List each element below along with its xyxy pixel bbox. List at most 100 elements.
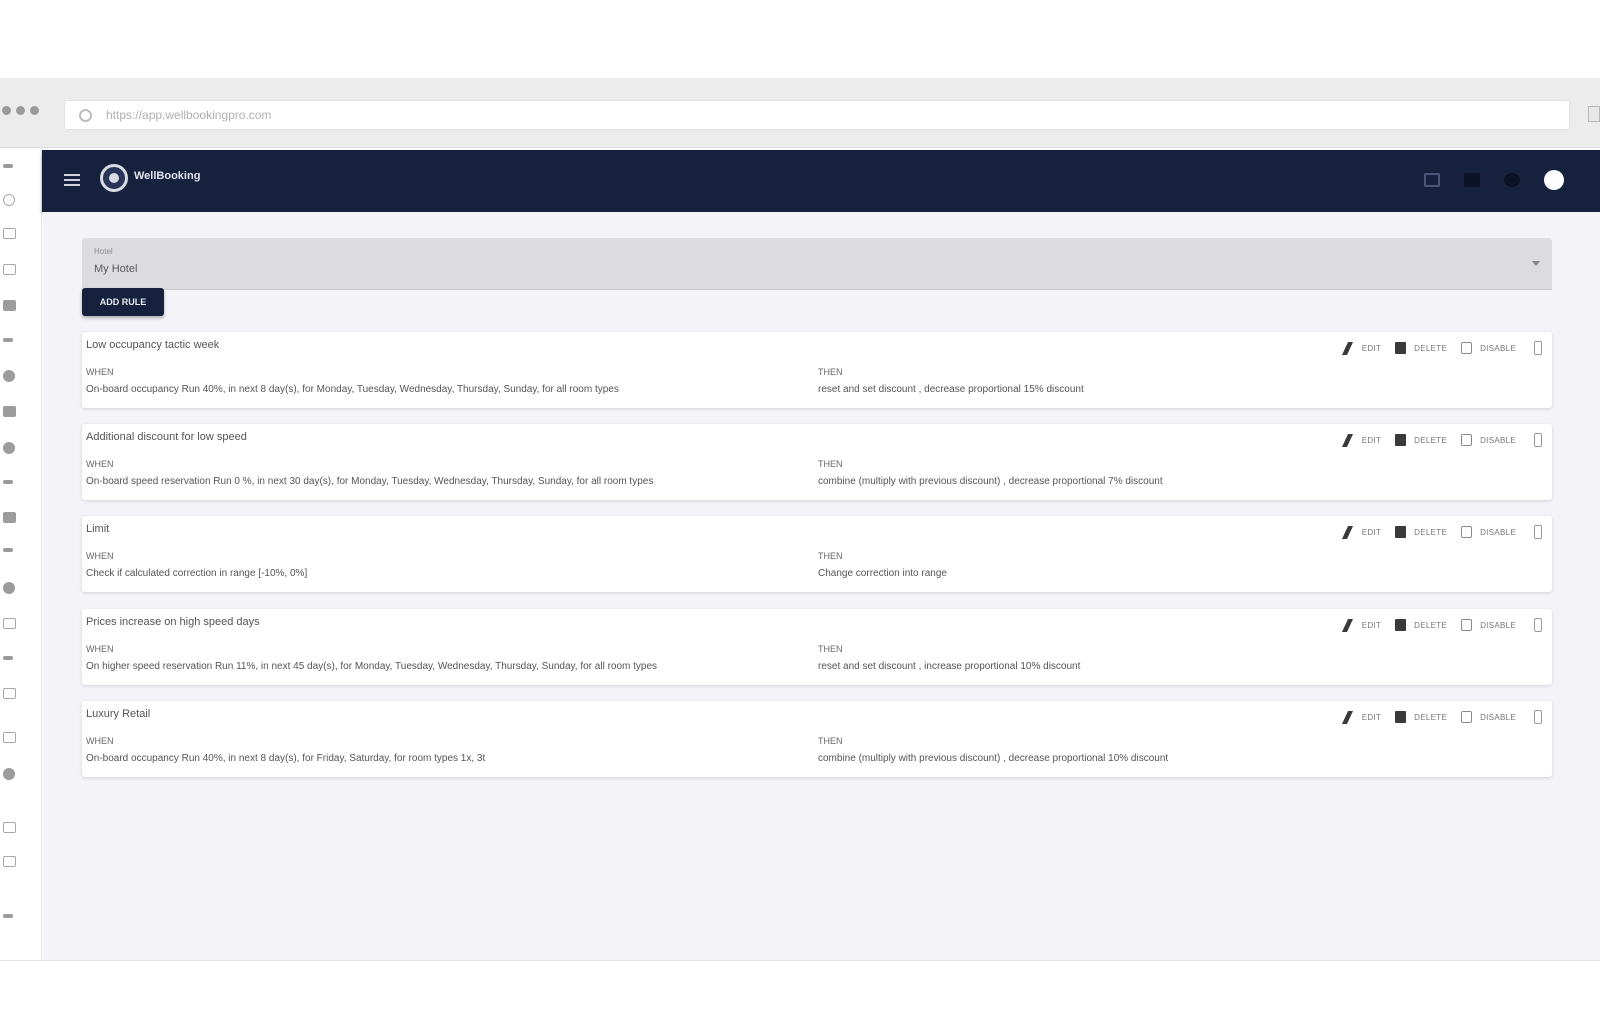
disable-button[interactable]: DISABLE [1461,711,1516,723]
disable-label: DISABLE [1480,712,1516,722]
checkbox-icon [1461,711,1473,723]
edit-label: EDIT [1361,527,1382,537]
when-text: Check if calculated correction in range … [86,568,308,579]
trash-icon [1395,342,1407,354]
then-text: Change correction into range [818,568,947,579]
pin-icon[interactable] [3,512,16,523]
gear-icon[interactable] [1544,170,1564,190]
edit-label: EDIT [1361,343,1382,353]
download-icon[interactable] [3,480,13,484]
delete-button[interactable]: DELETE [1395,711,1447,723]
delete-label: DELETE [1414,435,1448,445]
filter-icon[interactable] [3,732,16,743]
then-label: THEN [818,736,843,746]
drag-handle-icon[interactable] [1534,618,1542,632]
hotel-select-value[interactable]: My Hotel [94,263,137,275]
settings-icon[interactable] [3,442,15,454]
edit-button[interactable]: EDIT [1341,710,1382,724]
arrow-icon[interactable] [3,164,13,168]
edit-label: EDIT [1361,712,1382,722]
calendar-icon[interactable] [3,228,16,239]
rule-card: Prices increase on high speed days WHEN … [82,609,1552,685]
copy-icon[interactable] [3,856,16,867]
when-label: WHEN [86,459,114,469]
delete-button[interactable]: DELETE [1395,434,1447,446]
rule-actions: EDIT DELETE DISABLE [1331,433,1542,447]
checkbox-icon [1461,526,1473,538]
disable-label: DISABLE [1480,435,1516,445]
box-icon[interactable] [3,688,16,699]
star-icon[interactable] [3,768,15,780]
address-bar[interactable]: https://app.wellbookingpro.com [64,100,1570,130]
drag-handle-icon[interactable] [1534,433,1542,447]
when-label: WHEN [86,736,114,746]
trash-icon [1395,526,1407,538]
extensions-icon[interactable] [1588,106,1600,122]
chat-icon[interactable] [1464,173,1480,187]
disable-button[interactable]: DISABLE [1461,342,1516,354]
then-text: reset and set discount , decrease propor… [818,384,1084,395]
clock-icon[interactable] [3,194,15,206]
add-rule-button[interactable]: ADD RULE [82,288,164,316]
menu-icon[interactable] [64,174,80,186]
then-text: combine (multiply with previous discount… [818,476,1163,487]
trash-icon [1395,619,1407,631]
pencil-icon[interactable] [3,338,13,342]
drag-handle-icon[interactable] [1534,525,1542,539]
window-maximize-dot[interactable] [30,106,39,115]
disable-label: DISABLE [1480,343,1516,353]
when-label: WHEN [86,367,114,377]
delete-button[interactable]: DELETE [1395,526,1447,538]
info-icon[interactable] [3,548,13,552]
hotel-select-label: Hotel [94,247,113,256]
user-icon[interactable] [1504,173,1520,187]
when-label: WHEN [86,644,114,654]
rule-card: Luxury Retail WHEN On-board occupancy Ru… [82,701,1552,777]
window-close-dot[interactable] [2,106,11,115]
link-icon[interactable] [3,656,13,660]
globe-icon[interactable] [3,370,15,382]
checkbox-icon [1461,619,1473,631]
drag-handle-icon[interactable] [1534,710,1542,724]
left-sidebar [0,148,42,960]
edit-button[interactable]: EDIT [1341,618,1381,632]
reload-icon[interactable] [79,108,92,122]
app-header: WellBooking [42,150,1600,212]
rule-card: Low occupancy tactic week WHEN On-board … [82,332,1552,408]
edit-label: EDIT [1361,435,1382,445]
delete-button[interactable]: DELETE [1395,619,1447,631]
delete-label: DELETE [1414,527,1448,537]
tag-icon[interactable] [3,300,16,311]
pencil-icon [1341,525,1353,539]
edit-button[interactable]: EDIT [1341,525,1382,539]
brand-name: WellBooking [134,170,201,182]
rule-title: Prices increase on high speed days [86,616,260,628]
card-icon[interactable] [3,406,16,417]
bottom-blank-area [0,960,1600,1032]
disable-button[interactable]: DISABLE [1461,619,1516,631]
url-text[interactable]: https://app.wellbookingpro.com [106,108,271,122]
rule-title: Limit [86,523,110,535]
disable-button[interactable]: DISABLE [1461,434,1516,446]
disable-label: DISABLE [1480,620,1516,630]
hotel-select[interactable]: Hotel My Hotel [82,238,1552,290]
delete-label: DELETE [1414,343,1448,353]
pencil-icon [1341,341,1353,355]
edit-icon[interactable] [3,618,16,629]
when-text: On-board occupancy Run 40%, in next 8 da… [86,384,619,395]
disable-button[interactable]: DISABLE [1461,526,1516,538]
when-text: On higher speed reservation Run 11%, in … [86,661,658,672]
chevron-down-icon[interactable] [1532,261,1540,266]
lock-icon[interactable] [3,264,16,275]
person-icon[interactable] [3,582,15,594]
home-icon[interactable] [3,822,16,833]
window-minimize-dot[interactable] [16,106,25,115]
delete-button[interactable]: DELETE [1395,342,1447,354]
edit-button[interactable]: EDIT [1341,341,1382,355]
pencil-icon [1341,433,1353,447]
grid-icon[interactable] [1424,173,1440,187]
drag-handle-icon[interactable] [1534,341,1542,355]
edit-button[interactable]: EDIT [1341,433,1382,447]
letter-icon[interactable] [3,914,13,918]
when-text: On-board occupancy Run 40%, in next 8 da… [86,753,486,764]
